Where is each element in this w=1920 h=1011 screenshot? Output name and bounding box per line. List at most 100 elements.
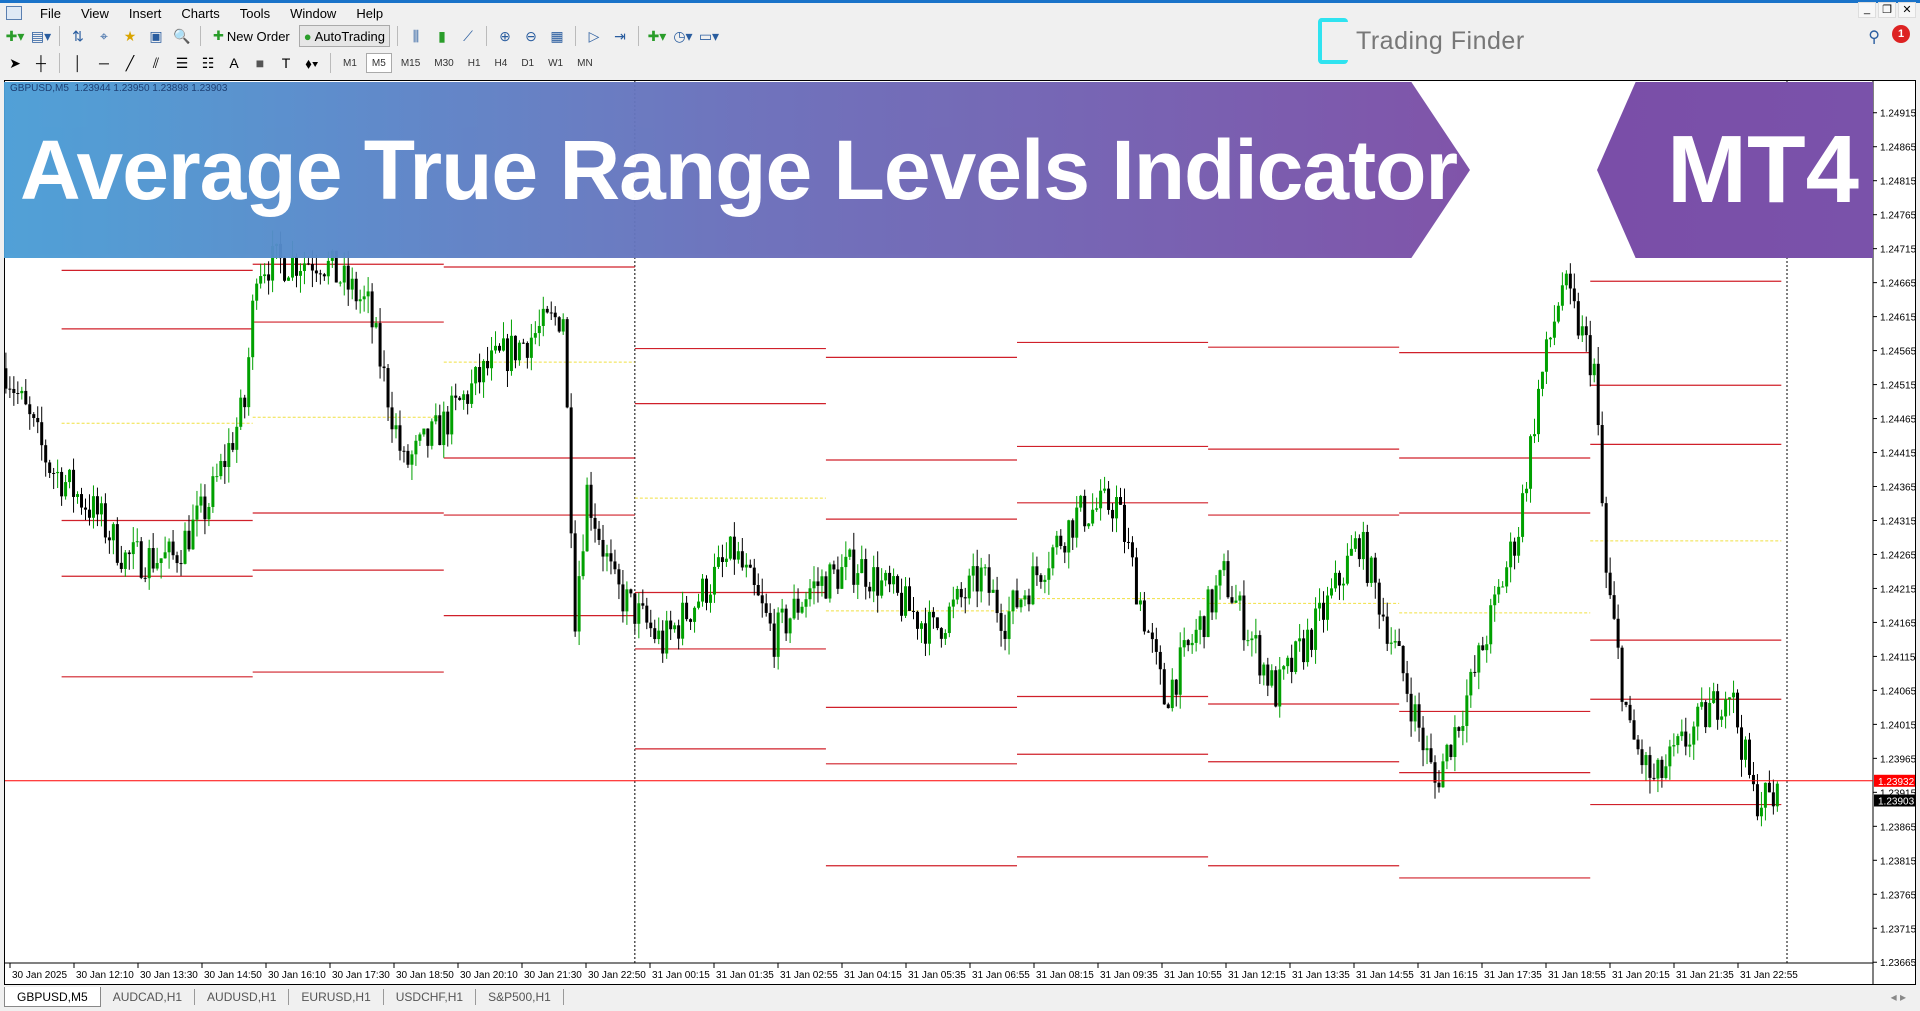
menu-file[interactable]: File: [30, 6, 71, 21]
candle-body: [1453, 727, 1457, 757]
new-order-button[interactable]: ✚ New Order: [208, 25, 295, 47]
candle-body: [633, 593, 637, 624]
timeframe-h4[interactable]: H4: [490, 53, 513, 73]
bar-chart-icon[interactable]: ⫼: [405, 26, 427, 46]
candle-body: [1596, 363, 1600, 426]
timeframe-mn[interactable]: MN: [572, 53, 598, 73]
notification-badge[interactable]: 1: [1892, 25, 1910, 43]
timeframe-m30[interactable]: M30: [429, 53, 458, 73]
candle-body: [434, 415, 438, 422]
tab-usdchf-h1[interactable]: USDCHF,H1: [384, 989, 477, 1005]
menu-help[interactable]: Help: [346, 6, 393, 21]
candle-body: [1473, 671, 1477, 673]
candle-body: [669, 620, 673, 630]
strategy-tester-icon[interactable]: 🔍: [171, 26, 193, 46]
chart-shift-icon[interactable]: ⇥: [609, 26, 631, 46]
arrows-icon[interactable]: ⬧▾: [301, 53, 323, 73]
search-icon[interactable]: ⚲: [1868, 27, 1880, 47]
candlestick-icon[interactable]: ▮: [431, 26, 453, 46]
close-button[interactable]: ✕: [1898, 2, 1916, 18]
line-chart-icon[interactable]: ⟋: [457, 26, 479, 46]
candle-body: [1759, 807, 1763, 817]
text-icon[interactable]: A: [223, 53, 245, 73]
candle-body: [1031, 566, 1035, 605]
price-tick-label: 1.24015: [1880, 720, 1915, 731]
horizontal-line-icon[interactable]: ─: [93, 53, 115, 73]
vertical-line-icon[interactable]: │: [67, 53, 89, 73]
standard-toolbar: ✚▾ ▤▾ ⇅ ⌖ ★ ▣ 🔍 ✚ New Order ● AutoTrading …: [4, 24, 720, 48]
candle-body: [637, 603, 641, 624]
candle-body: [231, 443, 235, 450]
menu-insert[interactable]: Insert: [119, 6, 172, 21]
candle-body: [80, 494, 84, 508]
label-icon[interactable]: ■: [249, 53, 271, 73]
menu-tools[interactable]: Tools: [230, 6, 280, 21]
candle-body: [239, 397, 243, 427]
navigator-icon[interactable]: ★: [119, 26, 141, 46]
menu-charts[interactable]: Charts: [171, 6, 229, 21]
candle-body: [864, 559, 868, 587]
timeframe-h1[interactable]: H1: [463, 53, 486, 73]
timeframe-w1[interactable]: W1: [543, 53, 568, 73]
candle-body: [1540, 371, 1544, 389]
indicators-icon[interactable]: ✚▾: [646, 26, 668, 46]
tab-sp500-h1[interactable]: S&P500,H1: [476, 989, 564, 1005]
tab-eurusd-h1[interactable]: EURUSD,H1: [289, 989, 384, 1005]
candle-body: [1154, 639, 1158, 652]
text-label-icon[interactable]: T: [275, 53, 297, 73]
tab-audusd-h1[interactable]: AUDUSD,H1: [195, 989, 290, 1005]
zoom-out-icon[interactable]: ⊖: [520, 26, 542, 46]
candle-body: [800, 606, 804, 613]
candle-body: [1270, 670, 1274, 686]
menu-window[interactable]: Window: [280, 6, 346, 21]
trendline-icon[interactable]: ╱: [119, 53, 141, 73]
tile-windows-icon[interactable]: ▦: [546, 26, 568, 46]
candle-body: [959, 588, 963, 598]
candle-body: [1644, 755, 1648, 766]
tab-audcad-h1[interactable]: AUDCAD,H1: [101, 989, 196, 1005]
minimize-button[interactable]: _: [1858, 2, 1876, 18]
templates-icon[interactable]: ▭▾: [698, 26, 720, 46]
candle-body: [844, 556, 848, 568]
candle-body: [732, 536, 736, 560]
cursor-icon[interactable]: ➤: [4, 53, 26, 73]
candle-body: [665, 620, 669, 654]
crosshair-icon[interactable]: ⌖: [93, 26, 115, 46]
candle-body: [151, 548, 155, 569]
periods-icon[interactable]: ◷▾: [672, 26, 694, 46]
candle-body: [1206, 589, 1210, 638]
new-chart-icon[interactable]: ✚▾: [4, 26, 26, 46]
candle-body: [1019, 599, 1023, 608]
tab-scroll-arrows[interactable]: ◂ ▸: [1891, 990, 1906, 1004]
tab-gbpusd-m5[interactable]: GBPUSD,M5: [4, 987, 101, 1007]
terminal-icon[interactable]: ▣: [145, 26, 167, 46]
equidistant-channel-icon[interactable]: ⫽: [145, 53, 167, 73]
crosshair-tool-icon[interactable]: ┼: [30, 53, 52, 73]
autotrading-button[interactable]: ● AutoTrading: [298, 25, 390, 47]
candle-body: [525, 342, 529, 358]
timeframe-m5[interactable]: M5: [365, 53, 392, 73]
candle-body: [1357, 538, 1361, 560]
candle-body: [629, 589, 633, 594]
autotrading-icon: ●: [303, 28, 312, 44]
candle-body: [1377, 582, 1381, 615]
candle-body: [1182, 640, 1186, 648]
menu-view[interactable]: View: [71, 6, 119, 21]
candle-body: [1111, 509, 1115, 519]
candle-body: [76, 494, 80, 497]
fibo-fan-icon[interactable]: ☷: [197, 53, 219, 73]
timeframe-m15[interactable]: M15: [396, 53, 425, 73]
timeframe-d1[interactable]: D1: [516, 53, 539, 73]
profiles-icon[interactable]: ▤▾: [30, 26, 52, 46]
fibonacci-icon[interactable]: ☰: [171, 53, 193, 73]
zoom-in-icon[interactable]: ⊕: [494, 26, 516, 46]
candle-body: [167, 541, 171, 553]
autoscroll-icon[interactable]: ▷: [583, 26, 605, 46]
candle-body: [1294, 641, 1298, 672]
candle-body: [1023, 595, 1027, 600]
candle-body: [322, 274, 326, 277]
restore-button[interactable]: ❐: [1878, 2, 1896, 18]
timeframe-m1[interactable]: M1: [338, 53, 362, 73]
market-watch-icon[interactable]: ⇅: [67, 26, 89, 46]
candle-body: [557, 317, 561, 332]
